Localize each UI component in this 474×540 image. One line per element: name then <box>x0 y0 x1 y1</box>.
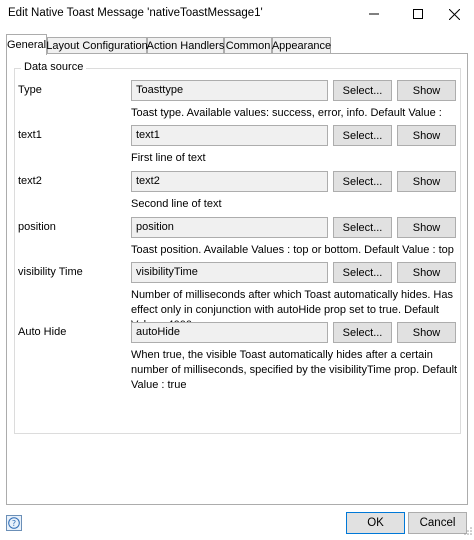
tab-label: General <box>6 39 47 51</box>
position-select-button[interactable]: Select... <box>333 217 392 238</box>
tab-label: Appearance <box>271 40 332 52</box>
auto-hide-select-button[interactable]: Select... <box>333 322 392 343</box>
auto-hide-label: Auto Hide <box>18 326 67 338</box>
text1-select-button[interactable]: Select... <box>333 125 392 146</box>
resize-grip-icon <box>464 527 472 535</box>
tab-label: Action Handlers <box>146 40 225 52</box>
visibility-time-show-button[interactable]: Show <box>397 262 456 283</box>
text2-field[interactable]: text2 <box>131 171 328 192</box>
title-bar: Edit Native Toast Message 'nativeToastMe… <box>0 0 474 28</box>
ok-button[interactable]: OK <box>346 512 405 534</box>
window-title: Edit Native Toast Message 'nativeToastMe… <box>8 7 263 19</box>
help-icon: ? <box>8 517 20 529</box>
text1-description: First line of text <box>131 152 206 164</box>
text2-label: text2 <box>18 175 42 187</box>
tab-layout-configuration[interactable]: Layout Configuration <box>46 37 148 54</box>
visibility-time-select-button[interactable]: Select... <box>333 262 392 283</box>
tab-action-handlers[interactable]: Action Handlers <box>147 37 224 54</box>
tab-appearance[interactable]: Appearance <box>272 37 331 54</box>
tab-general[interactable]: General <box>6 34 47 55</box>
type-field[interactable]: Toasttype <box>131 80 328 101</box>
auto-hide-show-button[interactable]: Show <box>397 322 456 343</box>
cancel-button[interactable]: Cancel <box>408 512 467 534</box>
text2-description: Second line of text <box>131 198 222 210</box>
resize-grip[interactable] <box>464 526 472 538</box>
position-label: position <box>18 221 56 233</box>
close-button[interactable] <box>434 0 474 28</box>
close-icon <box>448 8 460 20</box>
maximize-icon <box>413 9 423 19</box>
minimize-button[interactable] <box>354 0 394 28</box>
position-field[interactable]: position <box>131 217 328 238</box>
visibility-time-field[interactable]: visibilityTime <box>131 262 328 283</box>
help-button[interactable]: ? <box>6 515 22 531</box>
svg-text:?: ? <box>12 519 16 528</box>
visibility-time-label: visibility Time <box>18 266 83 278</box>
text2-show-button[interactable]: Show <box>397 171 456 192</box>
tab-common[interactable]: Common <box>224 37 272 54</box>
tab-label: Layout Configuration <box>46 40 148 52</box>
type-select-button[interactable]: Select... <box>333 80 392 101</box>
text1-show-button[interactable]: Show <box>397 125 456 146</box>
text1-field[interactable]: text1 <box>131 125 328 146</box>
text1-label: text1 <box>18 129 42 141</box>
type-label: Type <box>18 84 42 96</box>
maximize-button[interactable] <box>398 0 438 28</box>
minimize-icon <box>369 13 379 15</box>
text2-select-button[interactable]: Select... <box>333 171 392 192</box>
tab-label: Common <box>225 40 271 52</box>
auto-hide-description: When true, the visible Toast automatical… <box>131 349 458 391</box>
group-legend: Data source <box>21 61 87 73</box>
position-show-button[interactable]: Show <box>397 217 456 238</box>
auto-hide-field[interactable]: autoHide <box>131 322 328 343</box>
position-description: Toast position. Available Values : top o… <box>131 244 454 256</box>
type-show-button[interactable]: Show <box>397 80 456 101</box>
